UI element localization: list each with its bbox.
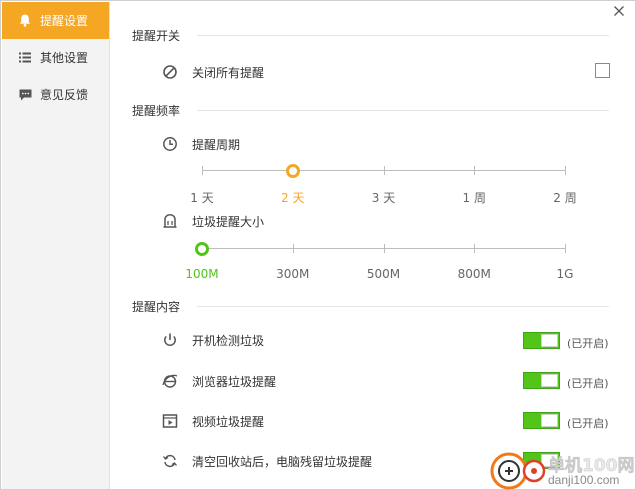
slider-tick-label: 800M xyxy=(457,267,491,281)
sidebar-item-label: 意见反馈 xyxy=(40,88,89,102)
settings-window: 提醒设置 其他设置 意见反馈 提醒开关 关闭所有提醒 提醒频率 提醒周期 1 天… xyxy=(0,0,636,490)
sidebar: 提醒设置 其他设置 意见反馈 xyxy=(2,2,110,489)
slider-tick xyxy=(292,244,294,253)
junk-size-label: 垃圾提醒大小 xyxy=(192,215,265,229)
watermark-subtext: danji100.com xyxy=(548,473,620,487)
slider-tick-label: 500M xyxy=(366,267,401,281)
content-item-label: 开机检测垃圾 xyxy=(192,334,265,348)
slider-tick-label: 1 周 xyxy=(462,191,486,205)
slider-tick-label: 100M xyxy=(185,267,219,281)
toggle-knob xyxy=(541,334,558,347)
section-title-content: 提醒内容 xyxy=(132,300,181,314)
section-title-switch: 提醒开关 xyxy=(132,29,181,43)
slider-tick xyxy=(202,166,203,175)
sidebar-item-label: 其他设置 xyxy=(40,51,89,65)
slider-tick xyxy=(383,166,385,175)
slider-tick xyxy=(565,166,566,175)
slider-tick-label: 2 天 xyxy=(281,191,305,205)
slider-tick xyxy=(383,244,385,253)
sidebar-item-other-settings[interactable]: 其他设置 xyxy=(2,39,109,76)
slider-tick-label: 3 天 xyxy=(371,191,396,205)
slider-tick-label: 300M xyxy=(276,267,310,281)
period-slider[interactable] xyxy=(202,164,566,178)
slider-tick xyxy=(474,244,476,253)
slider-tick-label: 1 天 xyxy=(190,191,214,205)
watermark-logo: 单机100网 danji100.com xyxy=(488,449,636,490)
toggle-status: (已开启) xyxy=(567,417,609,430)
ban-icon xyxy=(162,64,178,80)
section-title-frequency: 提醒频率 xyxy=(132,104,181,118)
slider-thumb[interactable] xyxy=(285,164,300,178)
toggle-knob xyxy=(541,414,558,427)
sidebar-item-feedback[interactable]: 意见反馈 xyxy=(2,76,109,113)
video-icon xyxy=(162,413,178,429)
browser-icon xyxy=(162,373,178,389)
browser-junk-toggle[interactable] xyxy=(523,372,560,389)
disable-all-checkbox[interactable] xyxy=(595,63,610,78)
content-item-label: 浏览器垃圾提醒 xyxy=(192,375,277,389)
clock-icon xyxy=(162,136,178,152)
slider-tick xyxy=(565,244,566,253)
junk-size-slider[interactable] xyxy=(195,242,566,256)
section-divider xyxy=(197,306,609,307)
toggle-status: (已开启) xyxy=(567,377,609,390)
slider-tick-label: 1G xyxy=(556,267,574,281)
close-icon xyxy=(614,6,624,16)
period-label: 提醒周期 xyxy=(192,138,241,152)
power-icon xyxy=(162,332,178,348)
section-divider xyxy=(197,35,609,36)
slider-tick xyxy=(474,166,476,175)
bell-icon xyxy=(18,14,32,28)
slider-tick-label: 2 周 xyxy=(553,191,577,205)
recycle-icon xyxy=(162,453,178,469)
trash-bin-icon xyxy=(162,213,178,229)
boot-check-toggle[interactable] xyxy=(523,332,560,349)
disable-all-label: 关闭所有提醒 xyxy=(192,66,265,80)
video-junk-toggle[interactable] xyxy=(523,412,560,429)
content-item-label: 清空回收站后，电脑残留垃圾提醒 xyxy=(192,455,373,469)
list-icon xyxy=(18,51,32,65)
section-divider xyxy=(197,110,609,111)
sidebar-item-reminder-settings[interactable]: 提醒设置 xyxy=(2,2,109,39)
content-item-label: 视频垃圾提醒 xyxy=(192,415,265,429)
toggle-knob xyxy=(541,374,558,387)
chat-icon xyxy=(18,88,32,102)
toggle-status: (已开启) xyxy=(567,337,609,350)
sidebar-item-label: 提醒设置 xyxy=(40,14,89,28)
close-button[interactable] xyxy=(611,3,627,19)
slider-thumb[interactable] xyxy=(195,242,209,256)
